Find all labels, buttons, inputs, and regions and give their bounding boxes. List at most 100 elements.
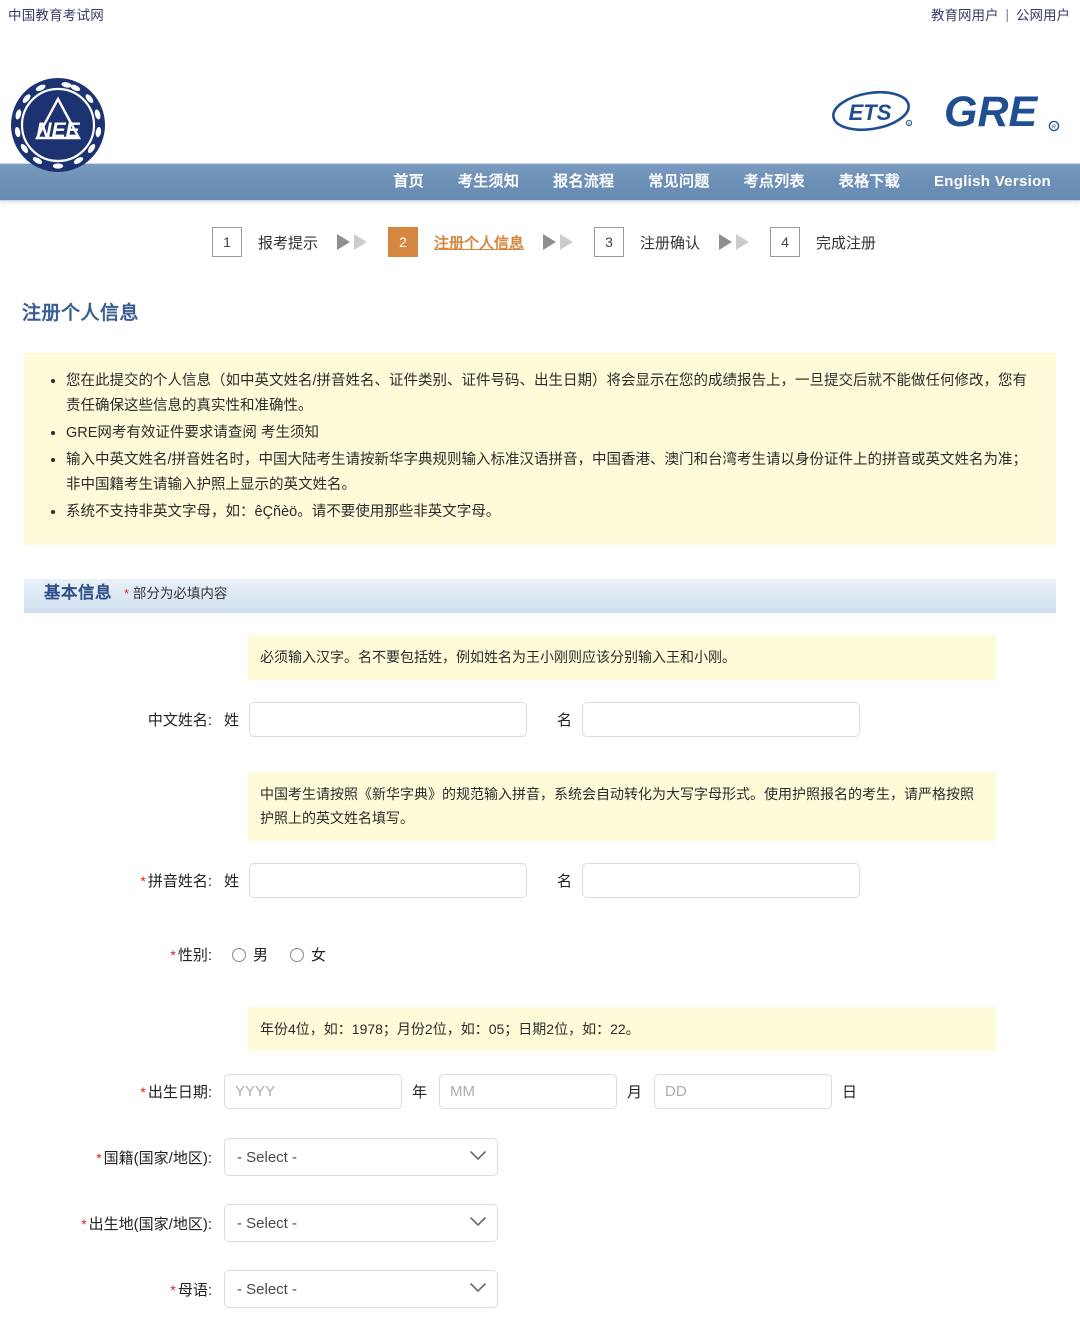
step-3[interactable]: 3 注册确认 bbox=[594, 227, 700, 257]
step-arrow-icon-1 bbox=[335, 232, 371, 252]
nationality-select[interactable]: - Select - bbox=[224, 1138, 498, 1177]
chinese-name-fields: 姓 名 bbox=[224, 702, 1056, 738]
step-2-number: 2 bbox=[388, 227, 419, 257]
radio-unchecked-icon-male[interactable] bbox=[232, 947, 246, 962]
ets-logo-icon[interactable]: ETS R bbox=[830, 87, 916, 137]
step-1-label: 报考提示 bbox=[258, 234, 319, 252]
native-language-fields: - Select - bbox=[224, 1270, 1056, 1309]
native-language-required-star-icon: * bbox=[170, 1281, 176, 1298]
nav-item-process[interactable]: 报名流程 bbox=[536, 164, 631, 200]
pinyin-givenname-label: 名 bbox=[557, 873, 573, 891]
pinyin-surname-input[interactable] bbox=[249, 863, 528, 899]
step-2[interactable]: 2 注册个人信息 bbox=[388, 227, 524, 257]
page-title: 注册个人信息 bbox=[22, 302, 140, 324]
registration-form: 必须输入汉字。名不要包括姓，例如姓名为王小刚则应该分别输入王和小刚。 中文姓名:… bbox=[0, 613, 1080, 1311]
nav-item-notice[interactable]: 考生须知 bbox=[441, 164, 536, 200]
birthplace-label-text: 出生地(国家/地区): bbox=[88, 1215, 212, 1233]
gender-required-star-icon: * bbox=[170, 947, 176, 964]
gender-label-text: 性别: bbox=[177, 947, 212, 965]
gender-option-female-label: 女 bbox=[311, 947, 327, 965]
gender-label: * 性别: bbox=[24, 944, 224, 965]
step-1[interactable]: 1 报考提示 bbox=[212, 227, 318, 257]
chinese-surname-input[interactable] bbox=[249, 702, 528, 738]
chinese-surname-label: 姓 bbox=[224, 712, 240, 730]
brand-logos: ETS R GRE R bbox=[830, 86, 1066, 138]
nationality-select-wrapper: - Select - bbox=[224, 1138, 498, 1177]
nationality-required-star-icon: * bbox=[96, 1149, 102, 1166]
chinese-givenname-input[interactable] bbox=[582, 702, 861, 738]
chinese-givenname-label: 名 bbox=[557, 712, 573, 730]
top-links-separator: | bbox=[1005, 6, 1009, 22]
top-utility-bar: 中国教育考试网 教育网用户 | 公网用户 bbox=[0, 0, 1080, 28]
native-language-select[interactable]: - Select - bbox=[224, 1270, 498, 1309]
birth-month-unit: 月 bbox=[627, 1083, 643, 1101]
step-1-number: 1 bbox=[212, 227, 242, 257]
birth-year-input[interactable] bbox=[224, 1073, 402, 1109]
pinyin-name-label: * 拼音姓名: bbox=[24, 870, 224, 891]
section-subtitle: * 部分为必填内容 bbox=[124, 582, 227, 602]
birth-day-input[interactable] bbox=[654, 1073, 833, 1109]
step-arrow-icon-2 bbox=[541, 232, 577, 252]
step-4[interactable]: 4 完成注册 bbox=[770, 227, 876, 257]
pinyin-name-fields: 姓 名 bbox=[224, 863, 1056, 899]
birthplace-required-star-icon: * bbox=[81, 1215, 87, 1232]
step-arrow-icon-3 bbox=[717, 232, 753, 252]
pinyin-name-label-text: 拼音姓名: bbox=[147, 873, 212, 891]
birthdate-required-star-icon: * bbox=[140, 1083, 146, 1100]
step-4-number: 4 bbox=[770, 227, 801, 257]
required-star-icon: * bbox=[124, 586, 130, 602]
step-indicator: 1 报考提示 2 注册个人信息 3 注册确认 4 完成注册 bbox=[0, 201, 1080, 279]
neea-logo-icon[interactable]: NEE bbox=[8, 75, 108, 175]
top-links: 教育网用户 | 公网用户 bbox=[931, 4, 1070, 24]
nationality-fields: - Select - bbox=[224, 1138, 1056, 1177]
notice-list: 您在此提交的个人信息（如中英文姓名/拼音姓名、证件类别、证件号码、出生日期）将会… bbox=[46, 369, 1034, 525]
native-language-label-text: 母语: bbox=[177, 1281, 212, 1299]
birth-day-unit: 日 bbox=[842, 1083, 858, 1101]
svg-text:NEE: NEE bbox=[36, 119, 80, 142]
nav-item-centers[interactable]: 考点列表 bbox=[727, 164, 822, 200]
gender-option-male-label: 男 bbox=[253, 947, 269, 965]
basic-info-section-header: 基本信息 * 部分为必填内容 bbox=[24, 579, 1056, 614]
svg-text:R: R bbox=[1052, 125, 1056, 131]
section-subtitle-text: 部分为必填内容 bbox=[132, 586, 228, 602]
step-3-label: 注册确认 bbox=[640, 234, 701, 252]
birthdate-label: * 出生日期: bbox=[24, 1081, 224, 1102]
birth-year-unit: 年 bbox=[412, 1083, 428, 1101]
public-network-user-link[interactable]: 公网用户 bbox=[1016, 4, 1070, 24]
site-header: NEE ETS R GRE R bbox=[0, 28, 1080, 172]
nationality-label-text: 国籍(国家/地区): bbox=[103, 1149, 212, 1167]
svg-text:ETS: ETS bbox=[849, 100, 892, 125]
main-navigation: 首页 考生须知 报名流程 常见问题 考点列表 表格下载 English Vers… bbox=[0, 163, 1080, 201]
nationality-label: * 国籍(国家/地区): bbox=[24, 1147, 224, 1168]
gre-logo-icon[interactable]: GRE R bbox=[942, 86, 1066, 138]
gender-option-male[interactable]: 男 bbox=[232, 944, 268, 965]
birthdate-fields: 年 月 日 bbox=[224, 1073, 1056, 1109]
edu-network-user-link[interactable]: 教育网用户 bbox=[931, 4, 999, 24]
step-4-label: 完成注册 bbox=[816, 234, 877, 252]
notice-item-1: 您在此提交的个人信息（如中英文姓名/拼音姓名、证件类别、证件号码、出生日期）将会… bbox=[66, 369, 1034, 419]
radio-unchecked-icon-female[interactable] bbox=[290, 947, 305, 962]
native-language-select-wrapper: - Select - bbox=[224, 1270, 498, 1309]
nav-item-faq[interactable]: 常见问题 bbox=[631, 164, 726, 200]
nav-item-list: 首页 考生须知 报名流程 常见问题 考点列表 表格下载 English Vers… bbox=[376, 164, 1068, 200]
notice-box: 您在此提交的个人信息（如中英文姓名/拼音姓名、证件类别、证件号码、出生日期）将会… bbox=[24, 353, 1056, 546]
birth-month-input[interactable] bbox=[439, 1073, 618, 1109]
native-language-label: * 母语: bbox=[24, 1279, 224, 1300]
birthplace-select[interactable]: - Select - bbox=[224, 1204, 498, 1243]
svg-text:GRE: GRE bbox=[944, 88, 1039, 136]
nav-item-downloads[interactable]: 表格下载 bbox=[822, 164, 917, 200]
birthplace-select-wrapper: - Select - bbox=[224, 1204, 498, 1243]
notice-item-2: GRE网考有效证件要求请查阅 考生须知 bbox=[66, 421, 1034, 446]
pinyin-givenname-input[interactable] bbox=[582, 863, 861, 899]
gender-option-female[interactable]: 女 bbox=[290, 944, 326, 965]
step-2-label[interactable]: 注册个人信息 bbox=[434, 232, 524, 253]
pinyin-surname-label: 姓 bbox=[224, 873, 240, 891]
nav-item-english[interactable]: English Version bbox=[917, 164, 1068, 200]
pinyin-name-row: * 拼音姓名: 姓 名 bbox=[24, 859, 1056, 903]
native-language-row: * 母语: - Select - bbox=[24, 1267, 1056, 1311]
birthplace-row: * 出生地(国家/地区): - Select - bbox=[24, 1201, 1056, 1245]
birthplace-fields: - Select - bbox=[224, 1204, 1056, 1243]
nav-item-home[interactable]: 首页 bbox=[376, 164, 441, 200]
birthdate-row: *出生日期: 年 月 日 bbox=[24, 1069, 1056, 1113]
pinyin-required-star-icon: * bbox=[140, 873, 146, 890]
